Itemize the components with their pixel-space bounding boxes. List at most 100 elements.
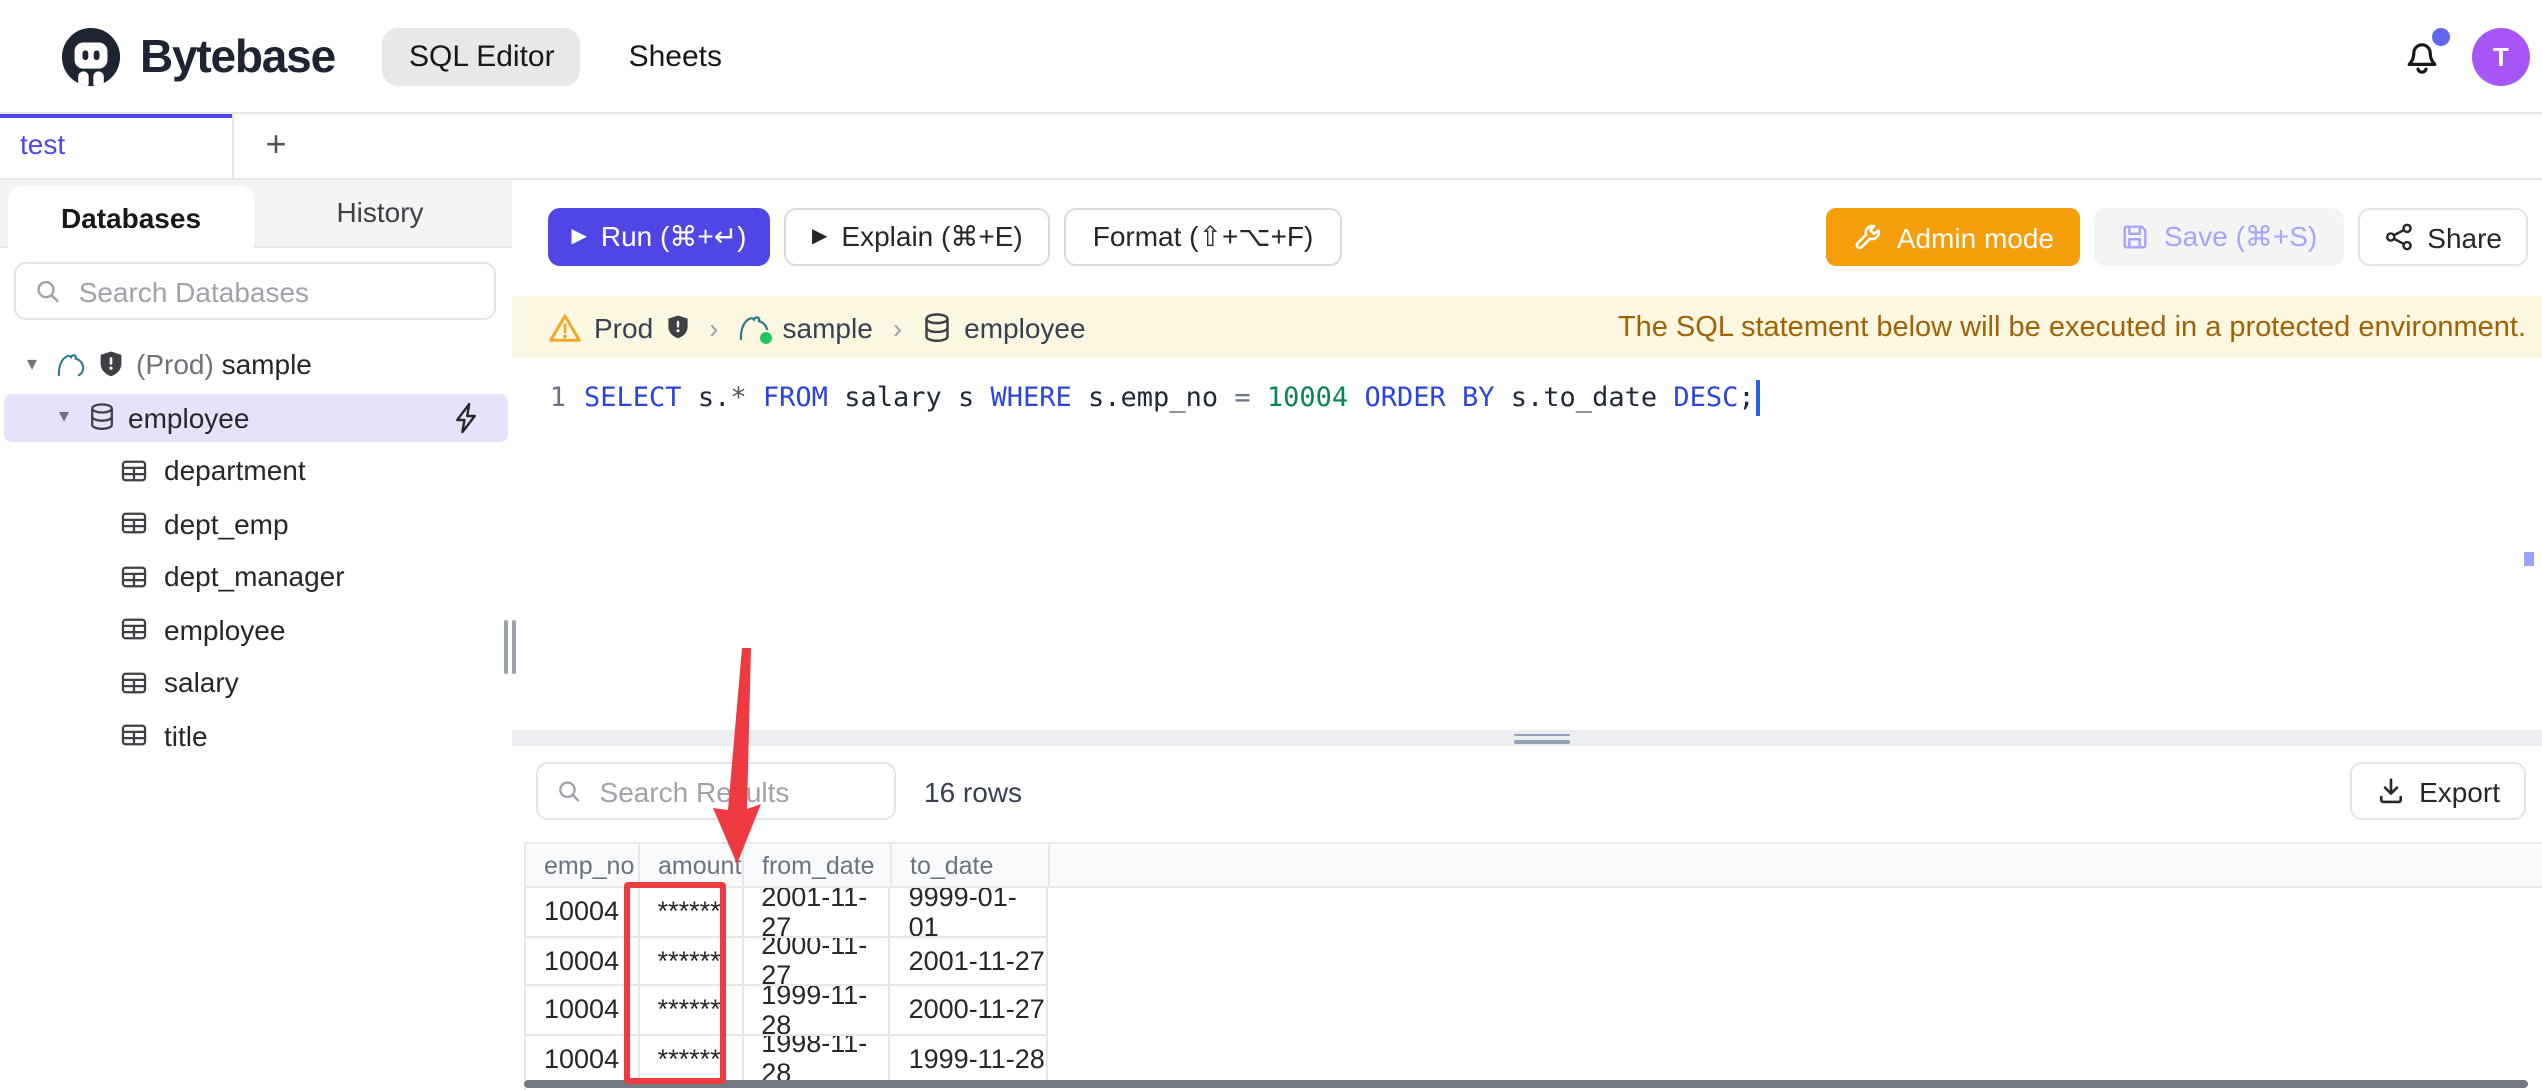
mysql-icon [56, 351, 86, 377]
table-cell[interactable]: 2001-11-27 [743, 888, 891, 935]
table-row[interactable]: 10004 ****** 1999-11-28 2000-11-27 [526, 986, 1048, 1035]
export-button[interactable]: Export [2349, 762, 2526, 820]
tree-item-table-employee[interactable]: employee [0, 605, 512, 653]
tree-item-table-dept_manager[interactable]: dept_manager [0, 552, 512, 600]
tree-item-schema-employee[interactable]: ▾ employee [4, 393, 508, 441]
bytebase-sql-editor-window: Bytebase SQL Editor Sheets T test + Data… [0, 0, 2542, 1090]
table-icon [120, 563, 148, 589]
search-icon [37, 280, 59, 303]
column-header-to_date[interactable]: to_date [892, 844, 1050, 886]
table-cell[interactable]: 2000-11-27 [891, 986, 1048, 1033]
tab-history[interactable]: History [256, 178, 504, 246]
format-button[interactable]: Format (⇧+⌥+F) [1064, 208, 1342, 266]
table-cell[interactable]: 1999-11-28 [891, 1035, 1048, 1082]
sheet-tabstrip: test + [0, 112, 2542, 180]
table-cell[interactable]: 1999-11-28 [743, 986, 891, 1033]
env-name: Prod [594, 311, 654, 343]
table-cell[interactable]: 2001-11-27 [891, 937, 1048, 984]
tree-item-table-title[interactable]: title [0, 711, 512, 759]
main-panel: ▶ Run (⌘+↵) ▶ Explain (⌘+E) Format (⇧+⌥+… [512, 178, 2542, 1090]
sql-token: ORDER BY [1364, 381, 1495, 413]
explain-button[interactable]: ▶ Explain (⌘+E) [784, 208, 1051, 266]
database-icon [88, 402, 116, 432]
explain-label: Explain (⌘+E) [841, 220, 1023, 252]
column-header-emp_no[interactable]: emp_no [526, 844, 640, 886]
user-avatar[interactable]: T [2472, 27, 2530, 85]
breadcrumb-separator: › [892, 311, 903, 343]
sheet-tab-test[interactable]: test [0, 112, 234, 178]
table-cell[interactable]: 10004 [526, 986, 640, 1033]
nav-sheets[interactable]: Sheets [629, 39, 722, 73]
tree-item-table-department[interactable]: department [0, 446, 512, 494]
table-icon [120, 722, 148, 748]
new-tab-button[interactable]: + [250, 118, 302, 170]
toolbar-right: Admin mode Save (⌘+S) Share [1826, 208, 2542, 266]
editor-results-divider[interactable] [512, 730, 2542, 746]
notification-bell-button[interactable] [2400, 28, 2450, 78]
database-name: sample [221, 348, 312, 380]
table-cell[interactable]: 1998-11-28 [743, 1035, 891, 1082]
sheet-tab-label: test [20, 128, 66, 160]
top-nav: SQL Editor Sheets [382, 27, 722, 85]
sql-editor[interactable]: 1 SELECT s.* FROM salary s WHERE s.emp_n… [512, 358, 2542, 730]
save-button[interactable]: Save (⌘+S) [2094, 208, 2344, 266]
table-cell[interactable]: 10004 [526, 888, 640, 935]
column-header-filler [1050, 844, 2542, 886]
database-search-input[interactable] [74, 273, 476, 309]
annotation-arrow-icon [713, 648, 761, 864]
app-header: Bytebase SQL Editor Sheets T [0, 0, 2542, 114]
sql-token: ; [1738, 381, 1755, 413]
text-cursor [1756, 379, 1760, 415]
table-icon [120, 669, 148, 695]
editor-toolbar: ▶ Run (⌘+↵) ▶ Explain (⌘+E) Format (⇧+⌥+… [512, 178, 2542, 296]
table-icon [120, 616, 148, 642]
bolt-icon[interactable] [452, 401, 480, 433]
chevron-down-icon: ▾ [26, 353, 38, 375]
share-button[interactable]: Share [2357, 208, 2528, 266]
tree-item-table-dept_emp[interactable]: dept_emp [0, 499, 512, 547]
export-label: Export [2419, 775, 2500, 807]
bytebase-logo[interactable]: Bytebase [0, 25, 336, 87]
scrollbar-cursor-mark [2524, 552, 2534, 566]
tab-databases[interactable]: Databases [8, 186, 254, 248]
table-row[interactable]: 10004 ****** 2001-11-27 9999-01-01 [526, 888, 1048, 937]
table-label: title [164, 719, 208, 751]
table-cell[interactable]: 10004 [526, 937, 640, 984]
breadcrumb-separator: › [709, 311, 719, 343]
sql-token: SELECT [584, 381, 682, 413]
results-panel: 16 rows Export emp_noamountfrom_dateto_d… [512, 746, 2542, 1090]
table-row[interactable]: 10004 ****** 1998-11-28 1999-11-28 [526, 1035, 1048, 1084]
sql-token: = [1234, 381, 1251, 413]
sql-token: salary s [827, 381, 991, 413]
wrench-icon [1856, 224, 1881, 250]
sidebar-resize-handle[interactable] [504, 620, 518, 674]
table-cell[interactable]: 10004 [526, 1035, 640, 1082]
database-search-box[interactable] [14, 262, 496, 320]
horizontal-scrollbar[interactable] [524, 1080, 2528, 1088]
admin-mode-button[interactable]: Admin mode [1826, 208, 2080, 266]
table-cell[interactable]: 2000-11-27 [743, 937, 891, 984]
shield-icon [667, 315, 687, 339]
breadcrumb-env[interactable]: Prod [548, 311, 689, 343]
split-drag-handle[interactable] [1514, 733, 1570, 743]
sql-token: DESC [1673, 381, 1739, 413]
run-button[interactable]: ▶ Run (⌘+↵) [548, 208, 770, 266]
table-row[interactable]: 10004 ****** 2000-11-27 2001-11-27 [526, 937, 1048, 986]
schema-label: employee [128, 401, 250, 433]
tree-item-table-salary[interactable]: salary [0, 658, 512, 706]
results-table: emp_no amount from_date to_date 10004 ******… [524, 842, 2542, 1090]
run-label: Run (⌘+↵) [600, 220, 747, 252]
row-count-label: 16 rows [924, 775, 1023, 807]
line-number: 1 [549, 381, 566, 413]
table-cell[interactable]: 9999-01-01 [891, 888, 1048, 935]
env-label: (Prod) [136, 348, 214, 380]
nav-sql-editor[interactable]: SQL Editor [382, 27, 581, 85]
tree-item-database-group[interactable]: ▾ (Prod) sample [0, 340, 512, 388]
breadcrumb-database[interactable]: sample [739, 311, 873, 345]
format-label: Format (⇧+⌥+F) [1092, 220, 1314, 252]
sql-token: 10004 [1266, 381, 1349, 413]
connection-breadcrumb: Prod › sample › employee The SQL stateme… [512, 296, 2542, 358]
breadcrumb-table[interactable]: employee [922, 311, 1086, 343]
code-line: 1 SELECT s.* FROM salary s WHERE s.emp_n… [512, 376, 1760, 418]
